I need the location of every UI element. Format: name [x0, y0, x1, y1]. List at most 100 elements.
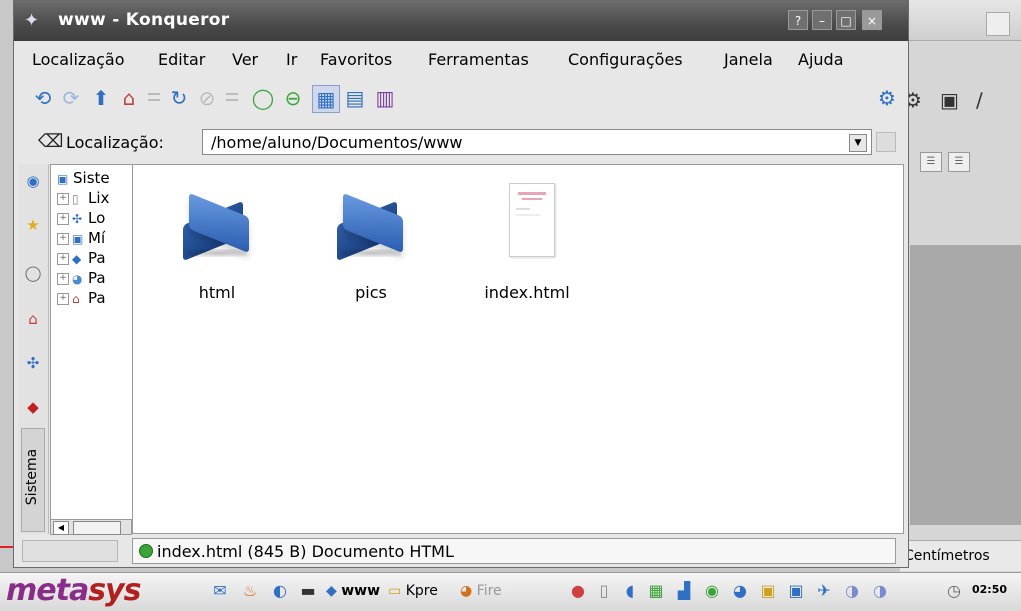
konqueror-app-icon[interactable]: ✦: [24, 10, 39, 31]
maximize-button[interactable]: □: [836, 10, 856, 30]
menu-configuracoes[interactable]: Configurações: [568, 50, 683, 69]
sidebar-tab-label: Sistema: [24, 448, 40, 506]
window-title: www - Konqueror: [58, 10, 230, 30]
menu-ir[interactable]: Ir: [286, 50, 297, 69]
tree-node[interactable]: + ⌂ Pa: [57, 289, 106, 307]
sidebar-tab-services-icon[interactable]: ◆: [22, 396, 44, 418]
file-name: pics: [355, 283, 387, 302]
sidebar-tab-media-icon[interactable]: ◯: [22, 262, 44, 284]
desktop-switch-icon[interactable]: ◑: [870, 581, 890, 601]
taskbar-task-firefox[interactable]: ◕ Fire: [460, 579, 502, 603]
clipboard-icon[interactable]: ▣: [758, 581, 778, 601]
konqueror-logo-icon[interactable]: ⚙: [874, 85, 900, 111]
scrollbar-thumb[interactable]: [73, 521, 121, 535]
expand-icon[interactable]: +: [57, 192, 69, 205]
taskbar-task-kpresenter[interactable]: ▭ Kpre: [388, 579, 438, 603]
sidebar-tab-sistema[interactable]: Sistema: [21, 428, 45, 532]
chevron-down-icon[interactable]: ▼: [849, 134, 867, 152]
tree-view-icon[interactable]: ▥: [372, 85, 398, 111]
back-icon[interactable]: ⟲: [30, 85, 56, 111]
tree-node[interactable]: ▣ Siste: [57, 169, 110, 187]
power-icon[interactable]: ✈: [814, 581, 834, 601]
expand-icon[interactable]: +: [57, 252, 69, 265]
quicklaunch-icon[interactable]: ✉: [210, 581, 230, 601]
menu-favoritos[interactable]: Favoritos: [320, 50, 392, 69]
display-icon[interactable]: ▣: [786, 581, 806, 601]
menu-janela[interactable]: Janela: [724, 50, 773, 69]
line-tool-icon[interactable]: ∕: [976, 88, 983, 112]
file-name: index.html: [484, 283, 570, 302]
globe-tray-icon[interactable]: ◕: [730, 581, 750, 601]
file-item-pics[interactable]: pics: [311, 175, 431, 315]
taskbar-task-www[interactable]: ◆ www: [326, 579, 380, 603]
help-button[interactable]: ?: [788, 10, 808, 30]
scroll-left-icon[interactable]: ◀: [53, 521, 69, 535]
tree-node[interactable]: + ◆ Pa: [57, 249, 106, 267]
folder-icon: ◆: [72, 252, 82, 266]
tree-node[interactable]: + ✣ Lo: [57, 209, 105, 227]
terminal-icon[interactable]: ▬: [298, 581, 318, 601]
update-icon[interactable]: ◉: [702, 581, 722, 601]
icon-view-icon[interactable]: ▦: [312, 85, 340, 113]
volume-icon[interactable]: ◖: [620, 581, 640, 601]
window-titlebar[interactable]: ✦ www - Konqueror ? – □ ×: [14, 1, 908, 41]
sidebar-tab-bookmarks-icon[interactable]: ★: [22, 214, 44, 236]
folder-icon: [337, 192, 405, 262]
file-item-index-html[interactable]: index.html: [467, 175, 587, 315]
record-icon[interactable]: ●: [568, 581, 588, 601]
expand-icon[interactable]: +: [57, 292, 69, 305]
network-tray-icon[interactable]: ▦: [646, 581, 666, 601]
forward-icon[interactable]: ⟳: [58, 85, 84, 111]
file-view: html pics index.html: [132, 164, 904, 534]
go-button[interactable]: [876, 132, 896, 152]
clock[interactable]: 02:50: [972, 583, 1007, 596]
background-status: Centímetros: [900, 540, 1021, 571]
usb-icon[interactable]: ▯: [594, 581, 614, 601]
file-item-html[interactable]: html: [157, 175, 277, 315]
location-bar: ⌫ Localização: /home/aluno/Documentos/ww…: [14, 126, 908, 160]
location-url: /home/aluno/Documentos/www: [211, 133, 463, 152]
close-button[interactable]: ×: [862, 10, 882, 30]
firefox-icon: ◕: [460, 583, 473, 599]
expand-icon[interactable]: +: [57, 272, 69, 285]
tree-horizontal-scrollbar[interactable]: ◀: [50, 519, 132, 535]
signal-icon[interactable]: ▟: [674, 581, 694, 601]
reload-icon[interactable]: ↻: [166, 85, 192, 111]
stop-icon[interactable]: ⊘: [194, 85, 220, 111]
sidebar-tab-network-icon[interactable]: ✣: [22, 352, 44, 374]
screen-icon[interactable]: ▣: [940, 88, 959, 112]
desktop-switch-icon[interactable]: ◑: [842, 581, 862, 601]
sidebar-tab-strip: ◉ ★ ◯ ⌂ ✣ ◆ Sistema: [18, 164, 49, 534]
up-icon[interactable]: ⬆: [88, 85, 114, 111]
minimize-button[interactable]: –: [812, 10, 832, 30]
menu-ajuda[interactable]: Ajuda: [798, 50, 844, 69]
outdent-icon[interactable]: ☰: [948, 152, 970, 172]
detail-view-icon[interactable]: ▤: [342, 85, 368, 111]
java-icon[interactable]: ♨: [240, 581, 260, 601]
expand-icon[interactable]: +: [57, 232, 69, 245]
sidebar-tab-home-icon[interactable]: ⌂: [22, 308, 44, 330]
tree-node[interactable]: + ◕ Pa: [57, 269, 106, 287]
sidebar-tab-history-icon[interactable]: ◉: [22, 170, 44, 192]
menu-ferramentas[interactable]: Ferramentas: [428, 50, 529, 69]
tree-node[interactable]: + ▣ Mí: [57, 229, 105, 247]
home-icon[interactable]: ⌂: [116, 85, 142, 111]
expand-icon[interactable]: +: [57, 212, 69, 225]
zoom-out-icon[interactable]: ⊖: [280, 85, 306, 111]
menu-bar: Localização Editar Ver Ir Favoritos Ferr…: [14, 45, 908, 75]
toolbar-separator: [148, 93, 160, 101]
clear-location-icon[interactable]: ⌫: [38, 131, 63, 152]
status-ok-icon: [139, 544, 153, 558]
menu-editar[interactable]: Editar: [158, 50, 205, 69]
menu-localizacao[interactable]: Localização: [32, 50, 125, 69]
tree-node[interactable]: + ▯ Lix: [57, 189, 109, 207]
metasys-logo[interactable]: metasys: [6, 573, 141, 608]
menu-ver[interactable]: Ver: [232, 50, 258, 69]
background-window-button[interactable]: [986, 12, 1010, 36]
browser-icon[interactable]: ◐: [270, 581, 290, 601]
zoom-in-icon[interactable]: ◯: [250, 85, 276, 111]
location-input[interactable]: /home/aluno/Documentos/www ▼: [202, 129, 872, 155]
indent-icon[interactable]: ☰: [920, 152, 942, 172]
folder-icon: [183, 192, 251, 262]
globe-icon: ◕: [72, 272, 83, 286]
